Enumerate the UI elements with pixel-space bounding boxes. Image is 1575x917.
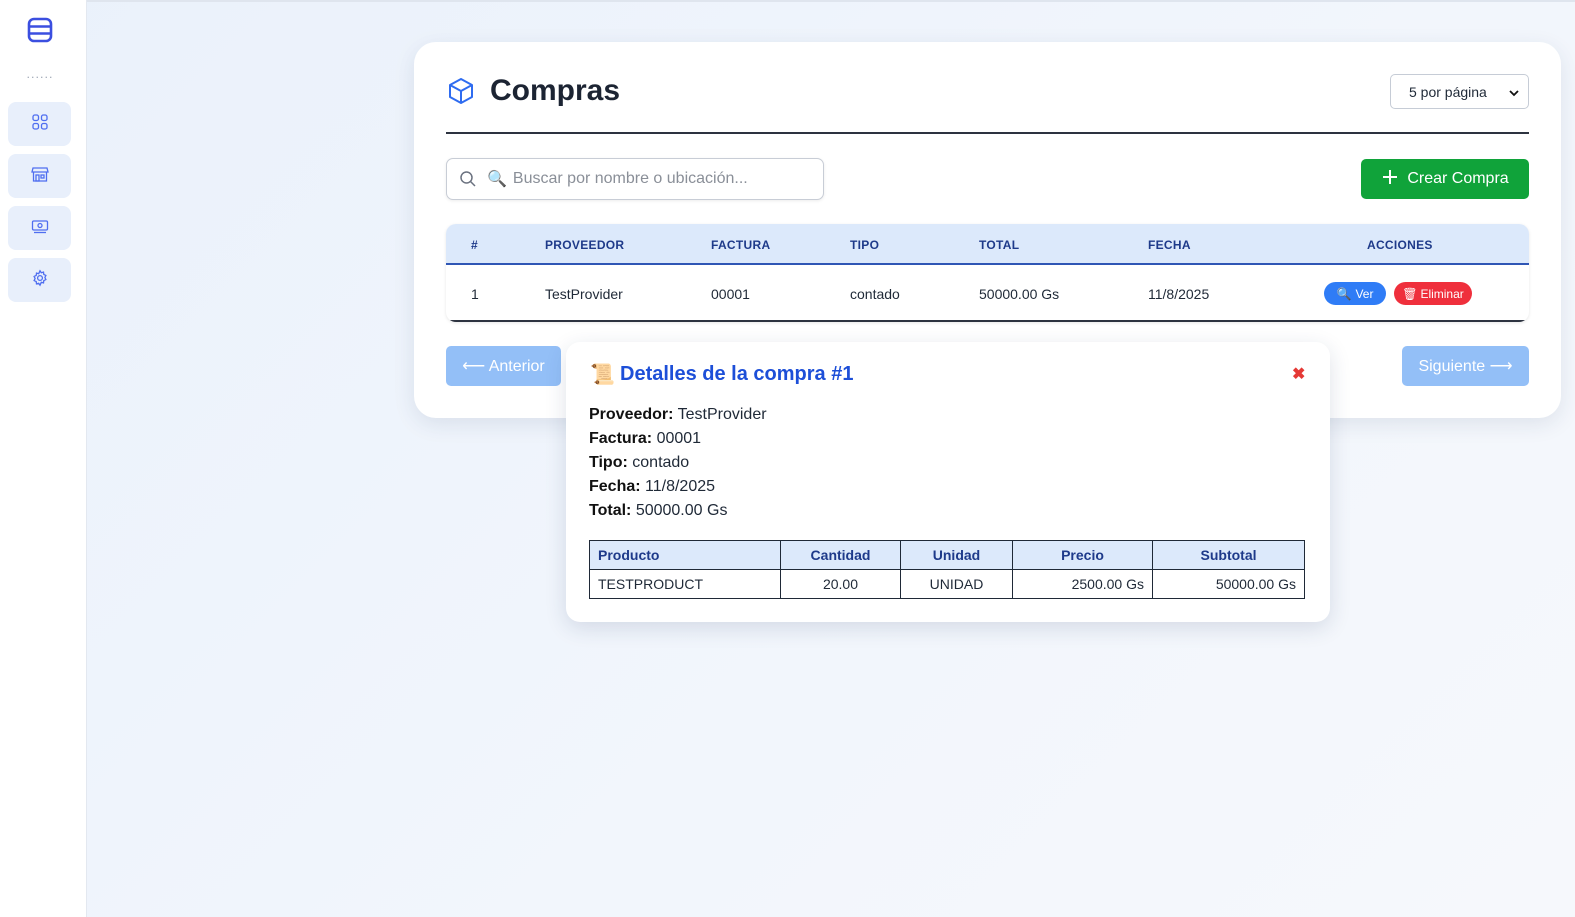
create-purchase-label: Crear Compra xyxy=(1407,170,1509,187)
scroll-icon: 📜 xyxy=(590,364,615,386)
cell-factura: 00001 xyxy=(711,286,750,302)
page-title: Compras xyxy=(490,74,621,107)
delete-button[interactable]: 🗑 Eliminar xyxy=(1394,282,1472,305)
purchases-table: # PROVEEDOR FACTURA TIPO TOTAL FECHA ACC… xyxy=(446,224,1529,322)
products-header-row: Producto Cantidad Unidad Precio Subtotal xyxy=(589,540,1305,570)
detail-factura: Factura: 00001 xyxy=(589,430,701,448)
detail-value: TestProvider xyxy=(677,406,767,423)
delete-label: Eliminar xyxy=(1420,286,1464,301)
detail-value: contado xyxy=(632,454,690,471)
col-factura: FACTURA xyxy=(711,238,771,252)
cell-producto: TESTPRODUCT xyxy=(589,569,781,599)
col-subtotal: Subtotal xyxy=(1152,540,1305,570)
detail-label: Proveedor: xyxy=(589,406,674,423)
close-icon[interactable]: ✖ xyxy=(1292,364,1305,384)
create-purchase-button[interactable]: Crear Compra xyxy=(1361,159,1529,199)
cell-precio: 2500.00 Gs xyxy=(1012,569,1153,599)
trash-icon: 🗑 xyxy=(1402,286,1418,301)
products-table: Producto Cantidad Unidad Precio Subtotal… xyxy=(589,540,1305,599)
detail-label: Factura: xyxy=(589,430,653,447)
detail-value: 00001 xyxy=(656,430,702,447)
col-fecha: FECHA xyxy=(1148,238,1191,252)
detail-label: Fecha: xyxy=(589,478,641,495)
chevron-down-icon xyxy=(1508,86,1520,98)
detail-label: Total: xyxy=(589,502,632,519)
cell-fecha: 11/8/2025 xyxy=(1148,286,1210,302)
grid-icon xyxy=(31,113,49,136)
detail-proveedor: Proveedor: TestProvider xyxy=(589,406,767,424)
plus-icon xyxy=(1381,168,1399,191)
detail-value: 50000.00 Gs xyxy=(635,502,728,519)
col-proveedor: PROVEEDOR xyxy=(545,238,625,252)
magnifier-icon: 🔍 xyxy=(1336,286,1352,301)
cash-icon xyxy=(31,217,49,240)
cell-subtotal: 50000.00 Gs xyxy=(1152,569,1305,599)
col-total: TOTAL xyxy=(979,238,1020,252)
sidebar-item-settings[interactable] xyxy=(8,258,71,302)
detail-tipo: Tipo: contado xyxy=(589,454,689,472)
col-unidad: Unidad xyxy=(900,540,1013,570)
cell-total: 50000.00 Gs xyxy=(979,286,1060,302)
sidebar-item-cash[interactable] xyxy=(8,206,71,250)
search-input[interactable] xyxy=(512,170,803,188)
magnifier-emoji-icon: 🔍 xyxy=(487,171,507,188)
top-border xyxy=(0,0,1575,2)
cell-number: 1 xyxy=(471,286,479,302)
modal-title: Detalles de la compra #1 xyxy=(620,363,854,385)
sidebar-item-store[interactable] xyxy=(8,154,71,198)
col-producto: Producto xyxy=(589,540,781,570)
sidebar-separator: ...... xyxy=(26,68,54,81)
cell-cantidad: 20.00 xyxy=(780,569,901,599)
previous-page-button[interactable]: ⟵ Anterior xyxy=(446,346,561,386)
view-button[interactable]: 🔍 Ver xyxy=(1324,282,1386,305)
per-page-value: 5 por página xyxy=(1409,83,1487,100)
per-page-select[interactable]: 5 por página xyxy=(1390,74,1529,109)
search-icon xyxy=(459,170,477,188)
next-page-button[interactable]: Siguiente ⟶ xyxy=(1402,346,1529,386)
cell-proveedor: TestProvider xyxy=(545,286,623,302)
detail-value: 11/8/2025 xyxy=(645,478,716,495)
menu-logo-icon[interactable] xyxy=(27,17,53,43)
table-row: TESTPRODUCT 20.00 UNIDAD 2500.00 Gs 5000… xyxy=(589,569,1305,599)
cell-unidad: UNIDAD xyxy=(900,569,1013,599)
col-cantidad: Cantidad xyxy=(780,540,901,570)
col-number: # xyxy=(471,238,478,252)
cell-tipo: contado xyxy=(850,286,900,302)
detail-fecha: Fecha: 11/8/2025 xyxy=(589,478,715,496)
header-divider xyxy=(446,132,1529,134)
store-icon xyxy=(30,165,49,188)
sidebar: ...... xyxy=(0,0,87,917)
sidebar-item-dashboard[interactable] xyxy=(8,102,71,146)
detail-label: Tipo: xyxy=(589,454,628,471)
search-box: 🔍 xyxy=(446,158,824,200)
col-tipo: TIPO xyxy=(850,238,880,252)
table-bottom-border xyxy=(446,320,1529,322)
detail-total: Total: 50000.00 Gs xyxy=(589,502,727,520)
purchase-details-modal: 📜 Detalles de la compra #1 ✖ Proveedor: … xyxy=(566,342,1330,622)
col-acciones: ACCIONES xyxy=(1367,238,1433,252)
view-label: Ver xyxy=(1355,286,1374,301)
col-precio: Precio xyxy=(1012,540,1153,570)
gear-icon xyxy=(31,268,49,292)
box-icon xyxy=(446,76,476,106)
table-header: # PROVEEDOR FACTURA TIPO TOTAL FECHA ACC… xyxy=(446,224,1529,265)
